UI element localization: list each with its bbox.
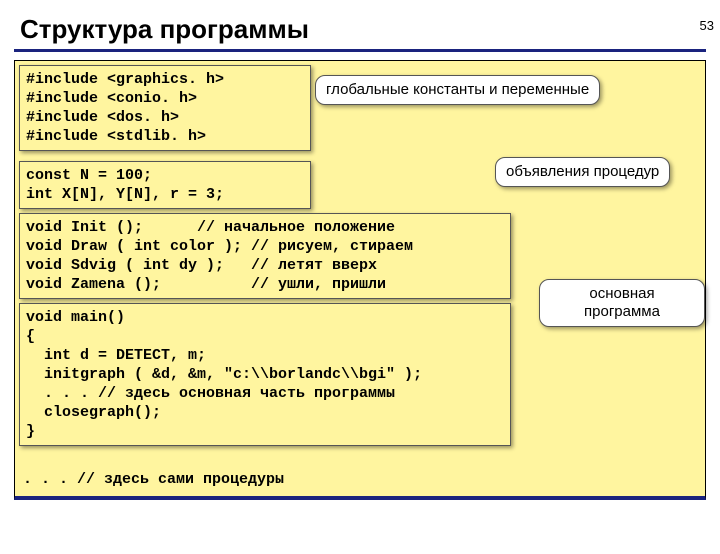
code-block-globals: const N = 100; int X[N], Y[N], r = 3; [19, 161, 311, 209]
code-block-includes: #include <graphics. h> #include <conio. … [19, 65, 311, 151]
callout-declarations: объявления процедур [495, 157, 670, 187]
code-panel: #include <graphics. h> #include <conio. … [14, 60, 706, 500]
page-number: 53 [700, 18, 714, 33]
callout-main: основная программа [539, 279, 705, 327]
title-underline [14, 49, 706, 52]
slide-title: Структура программы [20, 14, 720, 45]
code-bottom-line: . . . // здесь сами процедуры [23, 471, 284, 488]
callout-globals: глобальные константы и переменные [315, 75, 600, 105]
code-block-prototypes: void Init (); // начальное положение voi… [19, 213, 511, 299]
code-block-main: void main() { int d = DETECT, m; initgra… [19, 303, 511, 446]
